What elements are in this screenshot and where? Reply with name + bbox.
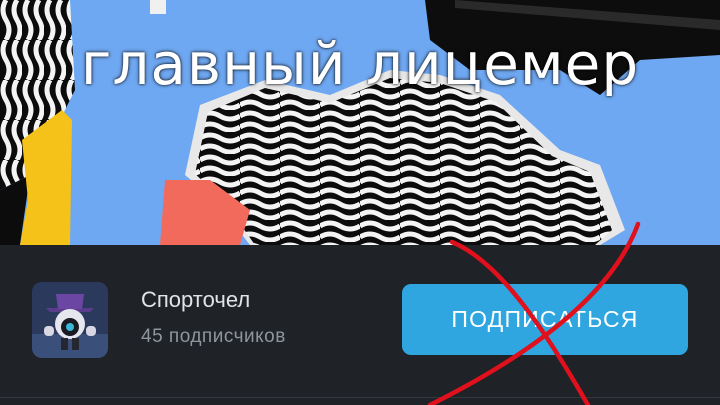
channel-avatar[interactable]: [32, 282, 108, 358]
cover-banner: главный лицемер: [0, 0, 720, 245]
avatar-character-icon: [32, 282, 108, 358]
channel-name[interactable]: Спорточел: [141, 287, 250, 313]
banner-overlay-text: главный лицемер: [80, 30, 640, 98]
divider: [0, 397, 720, 398]
subscribe-button[interactable]: ПОДПИСАТЬСЯ: [402, 284, 688, 355]
subscriber-count: 45 подписчиков: [141, 326, 286, 347]
